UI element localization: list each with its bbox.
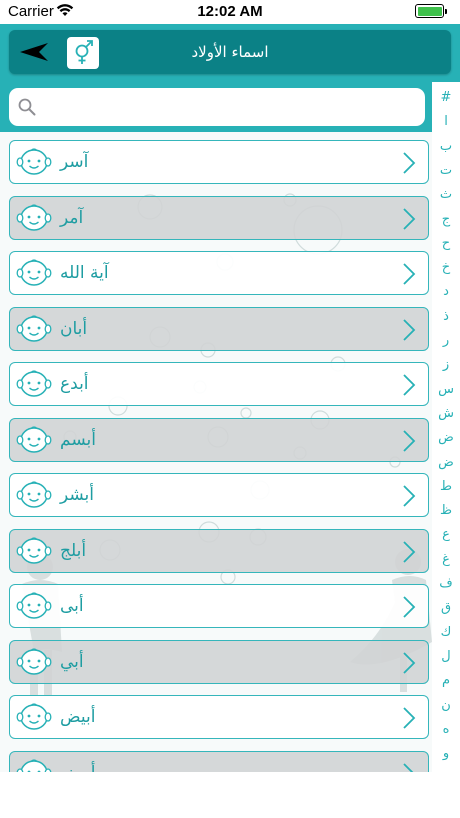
name-label: أبى <box>60 596 84 616</box>
chevron-right-icon <box>402 373 416 401</box>
baby-face-icon <box>16 702 52 736</box>
chevron-right-icon <box>402 484 416 512</box>
baby-face-icon <box>16 425 52 459</box>
page-title: اسماء الأولاد <box>191 43 269 61</box>
index-letter[interactable]: ح <box>432 234 460 254</box>
names-list[interactable]: آسر آمر آية الله أبان أبدع أبسم أبشر أبلج أبى أبي… <box>0 132 432 772</box>
baby-face-icon <box>16 147 52 181</box>
index-letter[interactable]: ث <box>432 185 460 205</box>
index-letter[interactable]: ج <box>432 210 460 230</box>
baby-face-icon <box>16 647 52 681</box>
index-letter[interactable]: ن <box>432 696 460 716</box>
name-label: آمر <box>60 207 84 228</box>
index-letter[interactable]: غ <box>432 550 460 570</box>
chevron-right-icon <box>402 429 416 457</box>
index-letter[interactable]: ذ <box>432 307 460 327</box>
baby-face-icon <box>16 758 52 772</box>
index-letter[interactable]: ه <box>432 720 460 740</box>
chevron-right-icon <box>402 706 416 734</box>
chevron-right-icon <box>402 595 416 623</box>
name-label: أبلج <box>60 540 87 561</box>
battery-icon <box>415 4 447 18</box>
chevron-right-icon <box>402 262 416 290</box>
index-letter[interactable]: ت <box>432 161 460 181</box>
index-letter[interactable]: س <box>432 380 460 400</box>
list-item[interactable]: أبلج <box>9 528 429 573</box>
back-arrow-icon <box>20 43 48 61</box>
index-letter[interactable]: ق <box>432 598 460 618</box>
index-letter[interactable]: ط <box>432 477 460 497</box>
list-item[interactable]: أبي <box>9 639 429 684</box>
index-letter[interactable]: ل <box>432 647 460 667</box>
index-letter[interactable]: ش <box>432 404 460 424</box>
name-label: أبسم <box>60 429 96 450</box>
list-item[interactable]: أبسم <box>9 417 429 462</box>
search-box[interactable] <box>9 88 425 126</box>
list-item[interactable]: أبى <box>9 584 429 628</box>
index-letter[interactable]: ك <box>432 623 460 643</box>
list-item[interactable]: أبشر <box>9 473 429 517</box>
index-letter[interactable]: ز <box>432 355 460 375</box>
index-letter[interactable]: خ <box>432 258 460 278</box>
chevron-right-icon <box>402 762 416 772</box>
list-item[interactable]: آمر <box>9 195 429 240</box>
baby-face-icon <box>16 203 52 237</box>
back-button[interactable] <box>19 42 49 62</box>
navigation-bar: اسماء الأولاد <box>9 30 451 74</box>
name-label: أبي <box>60 651 84 672</box>
name-label: أبيض <box>60 707 96 727</box>
search-icon <box>18 98 36 116</box>
index-letter[interactable]: ض <box>432 428 460 448</box>
list-item[interactable]: أبدع <box>9 362 429 406</box>
gender-toggle-button[interactable] <box>67 37 99 69</box>
index-letter[interactable]: ظ <box>432 501 460 521</box>
list-item[interactable]: أبيض <box>9 750 429 773</box>
list-item[interactable]: آية الله <box>9 251 429 295</box>
baby-face-icon <box>16 480 52 514</box>
index-letter[interactable]: # <box>432 88 460 108</box>
list-item[interactable]: أبان <box>9 306 429 351</box>
status-bar: Carrier 12:02 AM <box>0 0 460 24</box>
chevron-right-icon <box>402 318 416 346</box>
chevron-right-icon <box>402 151 416 179</box>
name-label: آية الله <box>60 263 109 283</box>
alphabet-index[interactable]: # ا ب ت ث ج ح خ د ذ ر ز س ش ض ض ط ظ ع غ ف ق ك ل م ن ه و <box>432 82 460 772</box>
gender-symbol-icon <box>75 40 93 64</box>
index-letter[interactable]: ر <box>432 331 460 351</box>
index-letter[interactable]: ع <box>432 525 460 545</box>
battery-level <box>417 6 442 16</box>
name-label: أبدع <box>60 374 89 394</box>
list-item[interactable]: أبيض <box>9 695 429 739</box>
index-letter[interactable]: ض <box>432 453 460 473</box>
index-letter[interactable]: ف <box>432 574 460 594</box>
clock: 12:02 AM <box>197 3 263 20</box>
index-letter[interactable]: و <box>432 744 460 764</box>
index-letter[interactable]: م <box>432 671 460 691</box>
name-label: آسر <box>60 152 89 172</box>
chevron-right-icon <box>402 540 416 568</box>
baby-face-icon <box>16 536 52 570</box>
baby-face-icon <box>16 591 52 625</box>
baby-face-icon <box>16 369 52 403</box>
chevron-right-icon <box>402 207 416 235</box>
baby-face-icon <box>16 314 52 348</box>
name-label: أبشر <box>60 485 94 505</box>
index-letter[interactable]: ا <box>432 112 460 132</box>
search-input[interactable] <box>45 92 415 122</box>
name-label: أبيض <box>60 752 95 773</box>
search-band <box>0 82 432 132</box>
baby-face-icon <box>16 258 52 292</box>
index-letter[interactable]: د <box>432 282 460 302</box>
chevron-right-icon <box>402 651 416 679</box>
name-label: أبان <box>60 318 88 339</box>
index-letter[interactable]: ب <box>432 137 460 157</box>
list-item[interactable]: آسر <box>9 140 429 184</box>
